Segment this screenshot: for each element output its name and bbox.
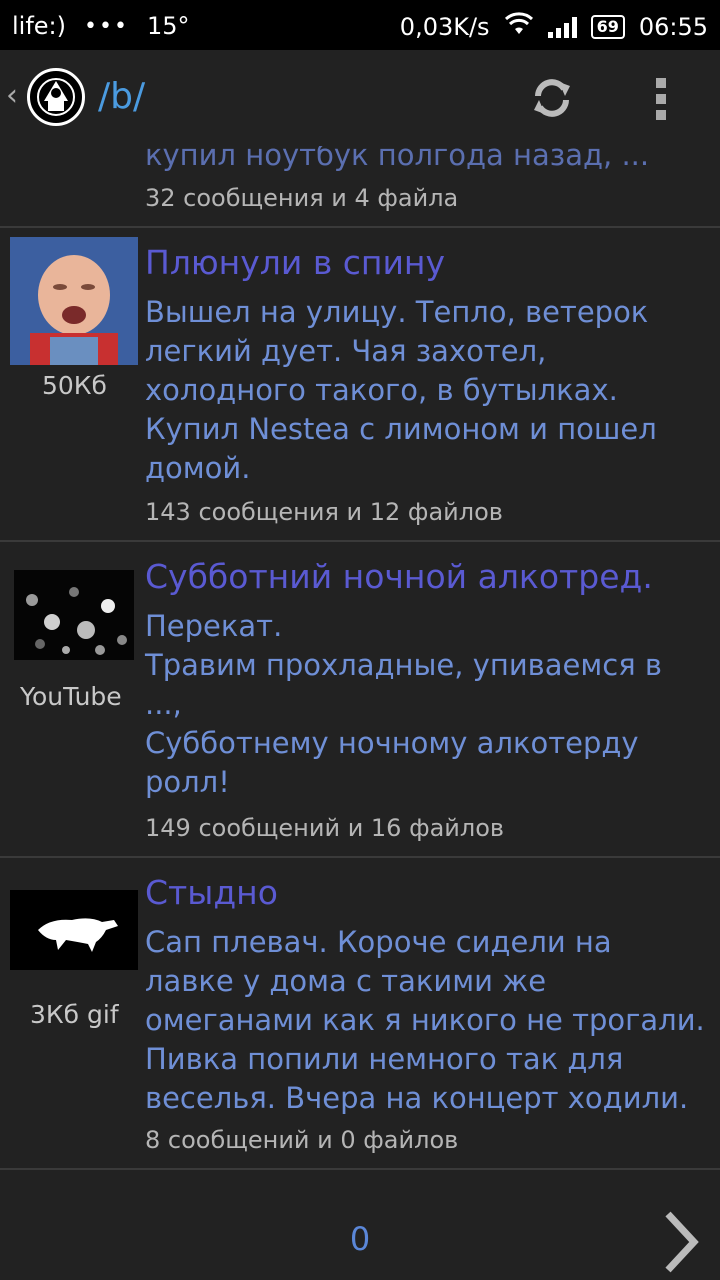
thread-item[interactable]: 50Кб Плюнули в спину Вышел на улицу. Теп…	[0, 228, 720, 540]
board-title[interactable]: /b/	[98, 76, 145, 117]
thread-item[interactable]: 3Кб gif Стыдно Сап плевач. Короче сидели…	[0, 858, 720, 1168]
back-icon[interactable]: ‹	[6, 78, 18, 113]
thread-stats: 143 сообщения и 12 файлов	[145, 498, 503, 526]
thread-item[interactable]: YouTube Субботний ночной алкотред. Перек…	[0, 542, 720, 856]
thumbnail-size: 3Кб gif	[30, 1000, 119, 1029]
page-number[interactable]: 0	[340, 1220, 380, 1258]
weather-temperature: 15°	[146, 12, 190, 40]
status-bar: life:) ••• 15° 0,03K/s 69 06:55	[0, 0, 720, 50]
bottom-bar: 0	[0, 1190, 720, 1280]
thread-thumbnail[interactable]	[10, 890, 138, 970]
notification-dots: •••	[84, 13, 129, 39]
signal-icon	[547, 16, 577, 38]
thread-subject: Плюнули в спину	[145, 243, 446, 282]
thread-body: Сап плевач. Короче сидели на лавке у дом…	[145, 925, 705, 1115]
network-speed: 0,03K/s	[399, 13, 490, 41]
thread-thumbnail[interactable]	[10, 237, 138, 365]
thread-item[interactable]: купил ноутбук полгода назад, ... 32 сооб…	[0, 146, 720, 228]
thread-stats: 32 сообщения и 4 файла	[145, 184, 459, 212]
thumbnail-source: YouTube	[20, 682, 122, 711]
thread-stats: 149 сообщений и 16 файлов	[145, 814, 505, 842]
thread-body: Вышел на улицу. Тепло, ветерок легкий ду…	[145, 295, 657, 485]
thread-body: купил ноутбук полгода назад, ...	[145, 146, 650, 172]
wifi-icon	[504, 12, 534, 42]
divider	[0, 1168, 720, 1170]
thumbnail-size: 50Кб	[42, 371, 107, 400]
thread-subject: Субботний ночной алкотред.	[145, 557, 653, 596]
refresh-icon[interactable]	[528, 74, 576, 126]
thread-subject: Стыдно	[145, 873, 278, 912]
app-bar: ‹ /b/	[0, 50, 720, 146]
thread-thumbnail[interactable]	[14, 570, 134, 660]
overflow-menu-icon[interactable]	[656, 78, 668, 126]
battery-icon: 69	[590, 15, 625, 39]
thread-stats: 8 сообщений и 0 файлов	[145, 1126, 459, 1154]
clock: 06:55	[638, 13, 708, 41]
chevron-right-icon[interactable]	[660, 1210, 700, 1278]
thread-body: Перекат. Травим прохладные, упиваемся в …	[145, 609, 662, 799]
anonymous-logo-icon[interactable]	[27, 68, 85, 126]
carrier-label: life:)	[12, 12, 66, 40]
thread-list[interactable]: купил ноутбук полгода назад, ... 32 сооб…	[0, 146, 720, 1190]
